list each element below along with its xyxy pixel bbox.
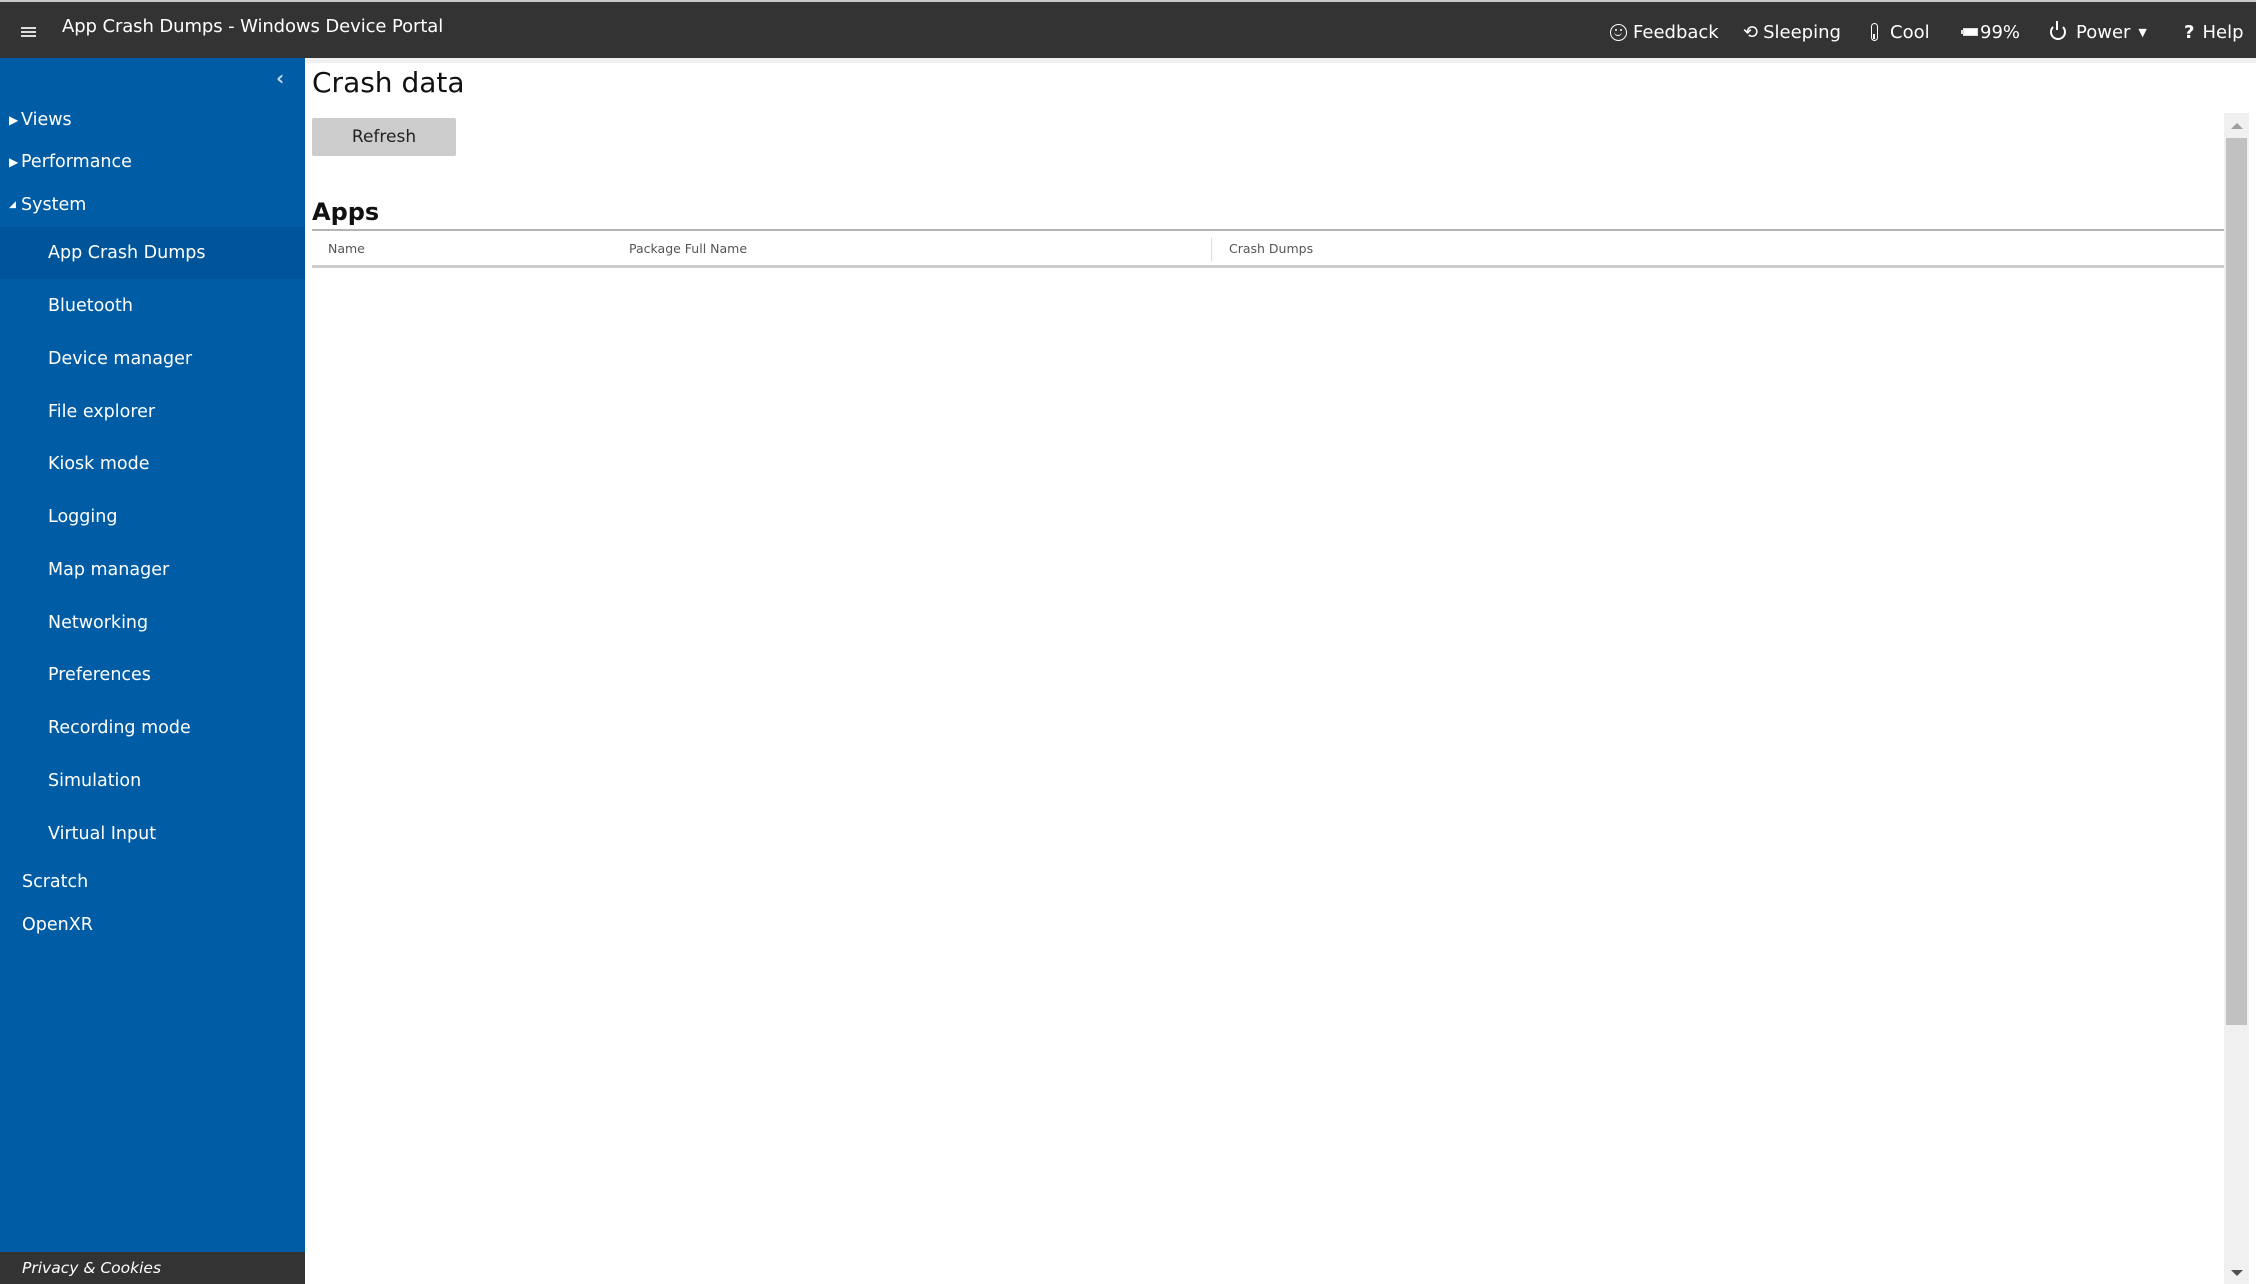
- help-button[interactable]: ? Help: [2184, 18, 2244, 46]
- power-label: Power: [2076, 21, 2131, 43]
- sidebar-item-openxr[interactable]: OpenXR: [0, 905, 305, 945]
- feedback-label: Feedback: [1633, 21, 1719, 43]
- sidebar-item-label: Kiosk mode: [48, 454, 150, 474]
- sidebar-item-label: Scratch: [22, 872, 89, 892]
- sidebar-item-map-manager[interactable]: Map manager: [0, 544, 305, 596]
- privacy-cookies-link[interactable]: Privacy & Cookies: [22, 1259, 161, 1277]
- sidebar-item-label: App Crash Dumps: [48, 243, 206, 263]
- sidebar-group-label: Performance: [21, 152, 132, 172]
- sidebar-group-label: Views: [21, 110, 72, 130]
- help-icon: ?: [2184, 21, 2195, 43]
- thermal-status-button[interactable]: Cool: [1871, 18, 1930, 46]
- battery-status-button[interactable]: 99%: [1961, 18, 2021, 46]
- sidebar-item-label: Preferences: [48, 665, 151, 685]
- refresh-button[interactable]: Refresh: [312, 118, 456, 156]
- thermal-status-label: Cool: [1890, 21, 1930, 43]
- collapse-sidebar-button[interactable]: ‹: [276, 68, 296, 88]
- sidebar-item-networking[interactable]: Networking: [0, 597, 305, 649]
- sidebar-item-label: Map manager: [48, 560, 170, 580]
- chevron-left-icon: ‹: [276, 66, 285, 90]
- sidebar-item-bluetooth[interactable]: Bluetooth: [0, 280, 305, 332]
- sidebar-group-label: System: [21, 195, 87, 215]
- collapse-arrow-icon: ◢: [9, 200, 16, 210]
- history-icon: ⟲: [1743, 21, 1759, 43]
- sidebar: ‹ ▶ Views ▶ Performance ◢ System App Cra…: [0, 58, 305, 1252]
- sidebar-footer: Privacy & Cookies: [0, 1252, 305, 1284]
- vertical-scrollbar[interactable]: [2224, 113, 2249, 1284]
- sidebar-item-label: Virtual Input: [48, 824, 157, 844]
- feedback-button[interactable]: Feedback: [1610, 18, 1719, 46]
- column-header-name[interactable]: Name: [328, 231, 365, 265]
- caret-down-icon: ▼: [2138, 25, 2147, 39]
- power-dropdown-button[interactable]: Power ▼: [2050, 18, 2147, 46]
- sidebar-item-device-manager[interactable]: Device manager: [0, 333, 305, 385]
- app-title: App Crash Dumps - Windows Device Portal: [62, 16, 444, 37]
- hamburger-icon-line: [21, 27, 36, 29]
- sidebar-item-logging[interactable]: Logging: [0, 491, 305, 543]
- column-header-crash-dumps[interactable]: Crash Dumps: [1229, 231, 1313, 265]
- sidebar-item-label: Recording mode: [48, 718, 191, 738]
- hamburger-menu-button[interactable]: [18, 20, 40, 42]
- sidebar-item-label: Bluetooth: [48, 296, 133, 316]
- main-top-strip: [305, 58, 2256, 63]
- sidebar-item-app-crash-dumps[interactable]: App Crash Dumps: [0, 227, 305, 279]
- sidebar-item-label: Logging: [48, 507, 118, 527]
- table-header-row: Name Package Full Name Crash Dumps: [312, 231, 2224, 265]
- help-label: Help: [2202, 21, 2244, 43]
- scroll-up-arrow-icon[interactable]: [2224, 113, 2249, 138]
- sidebar-item-label: Device manager: [48, 349, 193, 369]
- sidebar-group-system[interactable]: ◢ System: [0, 185, 305, 225]
- top-bar: App Crash Dumps - Windows Device Portal …: [0, 2, 2256, 58]
- sidebar-item-label: OpenXR: [22, 915, 93, 935]
- power-icon: [2050, 21, 2066, 40]
- sidebar-item-file-explorer[interactable]: File explorer: [0, 386, 305, 438]
- scroll-down-arrow-icon[interactable]: [2224, 1262, 2249, 1284]
- apps-section-title: Apps: [312, 198, 380, 226]
- sidebar-item-preferences[interactable]: Preferences: [0, 649, 305, 701]
- sidebar-group-views[interactable]: ▶ Views: [0, 100, 305, 140]
- sidebar-item-scratch[interactable]: Scratch: [0, 862, 305, 902]
- column-header-package-full-name[interactable]: Package Full Name: [629, 231, 747, 265]
- sleep-status-label: Sleeping: [1763, 21, 1841, 43]
- sidebar-group-performance[interactable]: ▶ Performance: [0, 142, 305, 182]
- page-title: Crash data: [312, 66, 465, 99]
- sidebar-item-label: Networking: [48, 613, 149, 633]
- table-header-border: [312, 265, 2224, 268]
- battery-icon: [1961, 28, 1978, 36]
- thermometer-icon: [1871, 23, 1878, 41]
- sidebar-item-label: File explorer: [48, 402, 156, 422]
- expand-arrow-icon: ▶: [9, 113, 19, 127]
- sidebar-item-recording-mode[interactable]: Recording mode: [0, 702, 305, 754]
- scrollbar-thumb[interactable]: [2226, 138, 2247, 1025]
- column-resize-divider[interactable]: [1211, 238, 1212, 262]
- sleep-status-button[interactable]: ⟲ Sleeping: [1743, 18, 1841, 46]
- sidebar-item-simulation[interactable]: Simulation: [0, 755, 305, 807]
- hamburger-icon-line: [21, 35, 36, 37]
- expand-arrow-icon: ▶: [9, 155, 19, 169]
- sidebar-item-kiosk-mode[interactable]: Kiosk mode: [0, 438, 305, 490]
- hamburger-icon-line: [21, 31, 36, 33]
- sidebar-item-label: Simulation: [48, 771, 142, 791]
- battery-level-label: 99%: [1980, 21, 2021, 43]
- sidebar-item-virtual-input[interactable]: Virtual Input: [0, 808, 305, 860]
- smiley-icon: [1610, 23, 1627, 41]
